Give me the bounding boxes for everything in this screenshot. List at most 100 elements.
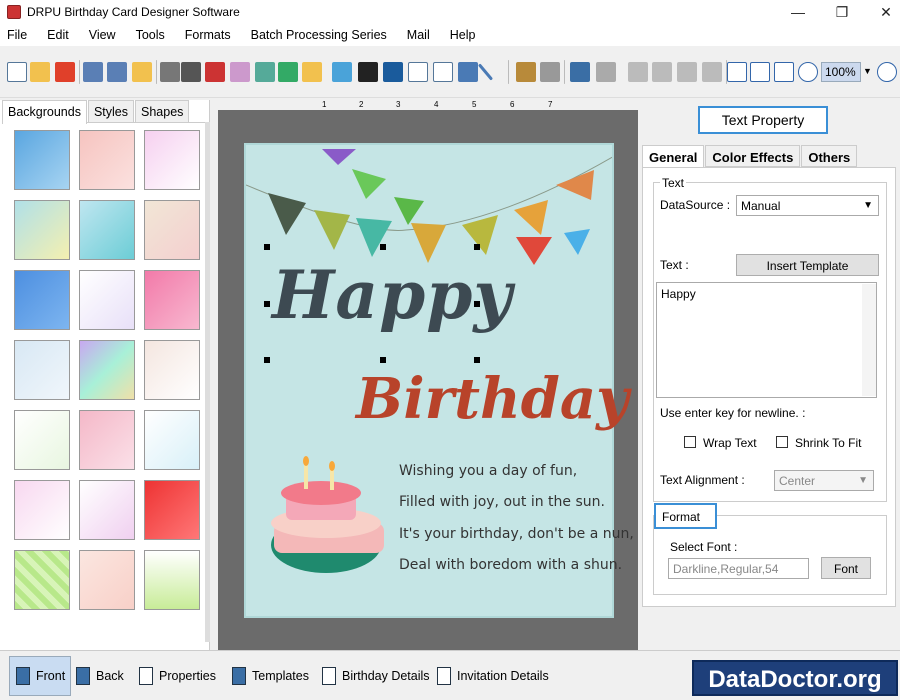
- thumbnail[interactable]: [14, 200, 70, 260]
- save-icon[interactable]: [83, 62, 103, 82]
- image-icon[interactable]: [255, 62, 275, 82]
- poem-line[interactable]: Filled with joy, out in the sun.: [399, 494, 605, 510]
- thumbnail[interactable]: [14, 550, 70, 610]
- tab-styles[interactable]: Styles: [87, 100, 135, 122]
- invitation-details-button[interactable]: Invitation Details: [437, 656, 549, 696]
- actual-size-icon[interactable]: [750, 62, 770, 82]
- thumbnail[interactable]: [14, 130, 70, 190]
- menu-file[interactable]: File: [7, 28, 27, 42]
- thumbnail[interactable]: [144, 270, 200, 330]
- print-icon[interactable]: [181, 62, 201, 82]
- redo-icon[interactable]: [596, 62, 616, 82]
- text-scrollbar[interactable]: [862, 284, 876, 396]
- grid-icon[interactable]: [727, 62, 747, 82]
- tab-color-effects[interactable]: Color Effects: [705, 145, 801, 167]
- selection-handle[interactable]: [264, 301, 270, 307]
- thumbnail[interactable]: [79, 200, 135, 260]
- save-as-icon[interactable]: [107, 62, 127, 82]
- document-icon[interactable]: [408, 62, 428, 82]
- minimize-icon[interactable]: —: [776, 0, 820, 24]
- thumbnail[interactable]: [144, 480, 200, 540]
- selection-handle[interactable]: [474, 244, 480, 250]
- thumbnail[interactable]: [144, 340, 200, 400]
- new-icon[interactable]: [7, 62, 27, 82]
- selection-handle[interactable]: [474, 357, 480, 363]
- mail-icon[interactable]: [458, 62, 478, 82]
- open-icon[interactable]: [30, 62, 50, 82]
- text-input[interactable]: Happy: [656, 282, 877, 398]
- birthday-details-button[interactable]: Birthday Details: [322, 656, 430, 696]
- tab-shapes[interactable]: Shapes: [135, 100, 190, 122]
- thumbnail[interactable]: [14, 270, 70, 330]
- properties-button[interactable]: Properties: [139, 656, 216, 696]
- selection-handle[interactable]: [380, 244, 386, 250]
- gift-icon[interactable]: [230, 62, 250, 82]
- menu-mail[interactable]: Mail: [407, 28, 430, 42]
- thumbnail[interactable]: [79, 550, 135, 610]
- back-button[interactable]: Back: [76, 656, 124, 696]
- thumbnail[interactable]: [79, 270, 135, 330]
- zoom-select[interactable]: 100%: [821, 62, 861, 82]
- thumbnail[interactable]: [14, 480, 70, 540]
- chevron-down-icon[interactable]: ▼: [863, 66, 872, 76]
- tab-backgrounds[interactable]: Backgrounds: [2, 100, 87, 124]
- close-icon[interactable]: ✕: [864, 0, 900, 24]
- menu-help[interactable]: Help: [450, 28, 476, 42]
- thumbnail[interactable]: [144, 200, 200, 260]
- export-icon[interactable]: [132, 62, 152, 82]
- zoom-in-icon[interactable]: [798, 62, 818, 82]
- wrap-text-checkbox[interactable]: [684, 436, 696, 448]
- line-icon[interactable]: [477, 63, 494, 81]
- menu-edit[interactable]: Edit: [47, 28, 69, 42]
- delete-icon[interactable]: [702, 62, 722, 82]
- menu-formats[interactable]: Formats: [185, 28, 231, 42]
- undo-icon[interactable]: [570, 62, 590, 82]
- zoom-out-icon[interactable]: [877, 62, 897, 82]
- close-doc-icon[interactable]: [55, 62, 75, 82]
- thumbnail[interactable]: [79, 480, 135, 540]
- datasource-select[interactable]: Manual ▼: [736, 195, 879, 216]
- selection-handle[interactable]: [380, 357, 386, 363]
- shapes-icon[interactable]: [302, 62, 322, 82]
- thumbnail[interactable]: [79, 130, 135, 190]
- thumbnail[interactable]: [79, 410, 135, 470]
- selection-handle[interactable]: [264, 244, 270, 250]
- card-title-happy[interactable]: Happy: [272, 256, 513, 334]
- signature-icon[interactable]: [433, 62, 453, 82]
- copy-design-icon[interactable]: [205, 62, 225, 82]
- print-preview-icon[interactable]: [160, 62, 180, 82]
- thumbnail[interactable]: [14, 340, 70, 400]
- text-icon[interactable]: [383, 62, 403, 82]
- selection-handle[interactable]: [264, 357, 270, 363]
- font-button[interactable]: Font: [821, 557, 871, 579]
- database-icon[interactable]: [516, 62, 536, 82]
- thumbnail[interactable]: [79, 340, 135, 400]
- copy-icon[interactable]: [652, 62, 672, 82]
- maximize-icon[interactable]: ❐: [820, 0, 864, 24]
- barcode-icon[interactable]: [358, 62, 378, 82]
- front-button[interactable]: Front: [9, 656, 71, 696]
- shrink-fit-checkbox[interactable]: [776, 436, 788, 448]
- tab-general[interactable]: General: [642, 145, 705, 169]
- menu-tools[interactable]: Tools: [136, 28, 165, 42]
- poem-line[interactable]: Deal with boredom with a shun.: [399, 557, 622, 573]
- templates-button[interactable]: Templates: [232, 656, 309, 696]
- card-title-birthday[interactable]: Birthday: [356, 366, 629, 432]
- cut-icon[interactable]: [628, 62, 648, 82]
- thumbnail[interactable]: [14, 410, 70, 470]
- poem-line[interactable]: Wishing you a day of fun,: [399, 463, 577, 479]
- menu-view[interactable]: View: [89, 28, 116, 42]
- wordart-icon[interactable]: [332, 62, 352, 82]
- paste-icon[interactable]: [677, 62, 697, 82]
- poem-line[interactable]: It's your birthday, don't be a nun,: [399, 526, 634, 542]
- database-gray-icon[interactable]: [540, 62, 560, 82]
- thumbnail[interactable]: [144, 410, 200, 470]
- font-field[interactable]: Darkline,Regular,54: [668, 558, 809, 579]
- alignment-select[interactable]: Center ▼: [774, 470, 874, 491]
- fit-window-icon[interactable]: [774, 62, 794, 82]
- menu-batch[interactable]: Batch Processing Series: [251, 28, 387, 42]
- thumbnail[interactable]: [144, 550, 200, 610]
- selection-handle[interactable]: [474, 301, 480, 307]
- tab-others[interactable]: Others: [801, 145, 858, 167]
- datadoctor-logo[interactable]: DataDoctor.org: [692, 660, 898, 696]
